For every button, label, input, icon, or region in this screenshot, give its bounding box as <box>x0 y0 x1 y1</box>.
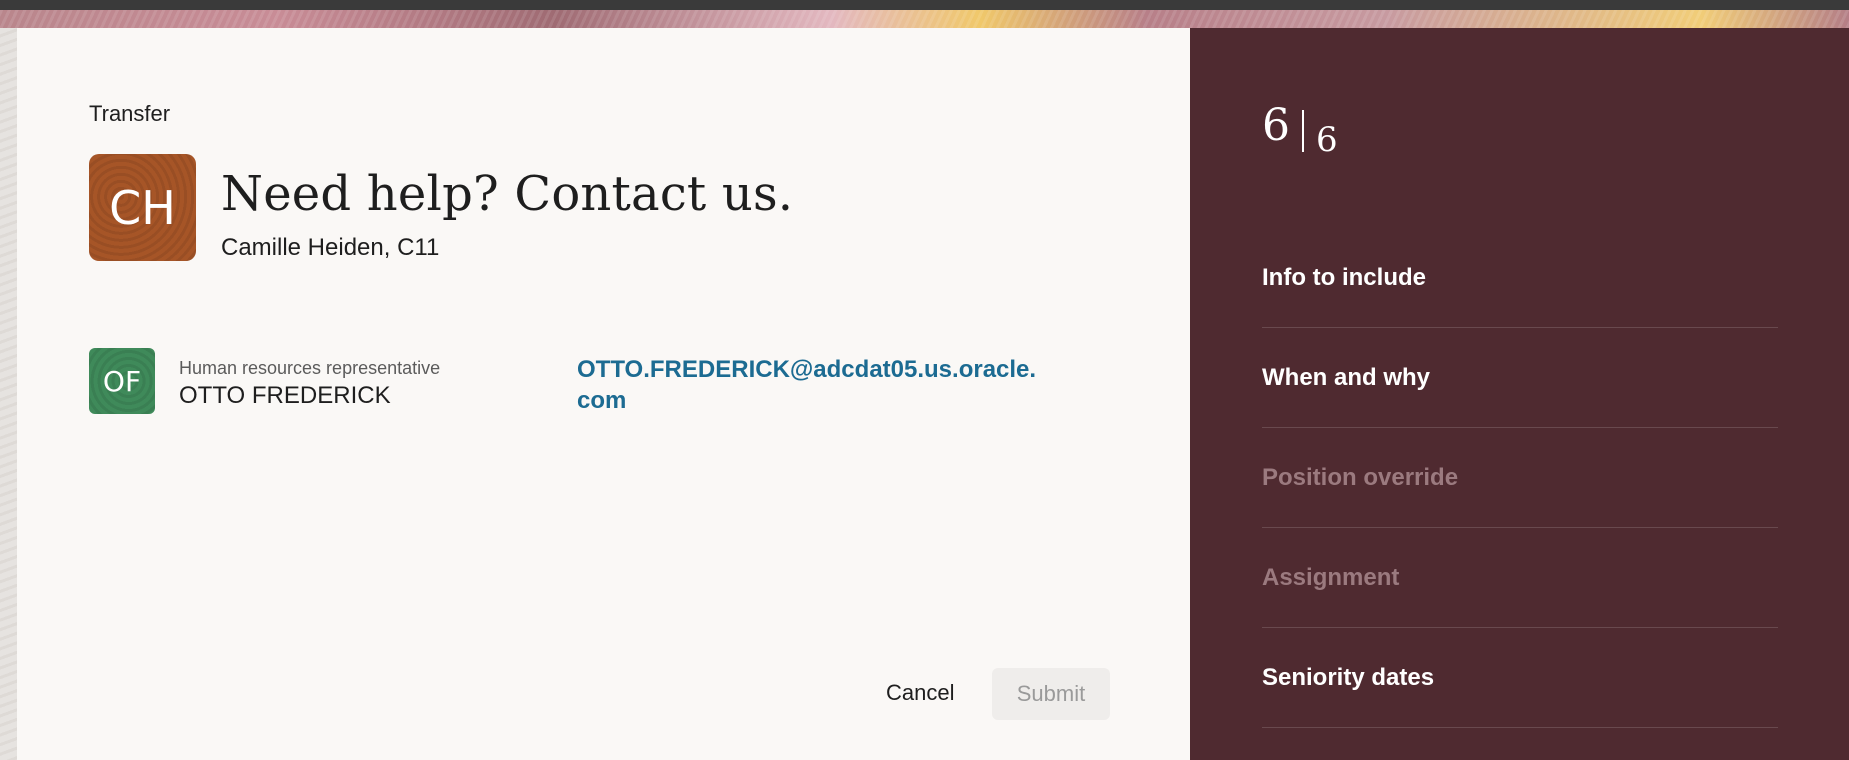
main-panel: Transfer CH Need help? Contact us. Camil… <box>17 28 1190 760</box>
step-position-override: Position override <box>1262 428 1778 528</box>
contact-name: OTTO FREDERICK <box>179 382 391 409</box>
step-info-to-include[interactable]: Info to include <box>1262 228 1778 328</box>
step-when-and-why[interactable]: When and why <box>1262 328 1778 428</box>
submit-button[interactable]: Submit <box>992 668 1110 720</box>
step-current: 6 <box>1262 100 1290 151</box>
step-total: 6 <box>1316 120 1338 160</box>
cancel-button[interactable]: Cancel <box>886 680 954 706</box>
employee-avatar-initials: CH <box>109 180 176 235</box>
step-divider <box>1302 110 1304 152</box>
contact-email-link[interactable]: OTTO.FREDERICK@adcdat05.us.oracle.com <box>577 354 1047 416</box>
step-seniority-dates[interactable]: Seniority dates <box>1262 628 1778 728</box>
decorative-banner <box>0 10 1849 28</box>
flow-title: Transfer <box>89 101 171 126</box>
step-assignment: Assignment <box>1262 528 1778 628</box>
employee-avatar: CH <box>89 154 196 261</box>
contact-role: Human resources representative <box>179 358 441 378</box>
progress-panel: 6 6 Info to include When and why Positio… <box>1190 28 1849 760</box>
step-list: Info to include When and why Position ov… <box>1262 228 1778 728</box>
top-bar <box>0 0 1849 10</box>
contact-avatar-initials: OF <box>102 364 142 398</box>
contact-avatar: OF <box>89 348 155 414</box>
decorative-left-strip <box>0 28 17 760</box>
page-heading: Need help? Contact us. <box>221 166 794 222</box>
employee-name: Camille Heiden, C11 <box>221 234 440 261</box>
